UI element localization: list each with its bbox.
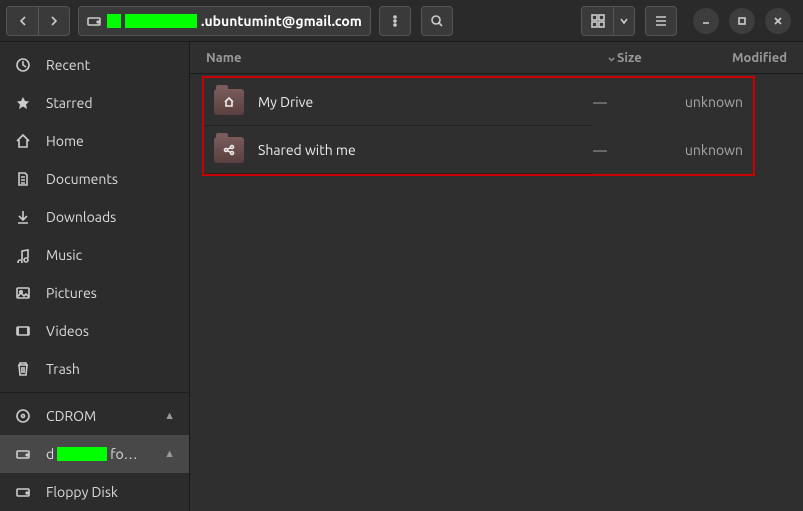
chevron-left-icon	[17, 15, 29, 27]
chevron-right-icon	[48, 15, 60, 27]
sidebar-item-starred[interactable]: Starred	[0, 84, 189, 122]
sidebar-item-home[interactable]: Home	[0, 122, 189, 160]
content: Name ⌄ Size Modified My Drive —	[190, 42, 803, 511]
drive-icon	[14, 484, 32, 500]
maximize-icon	[737, 16, 747, 26]
grid-icon	[591, 14, 605, 28]
file-list: My Drive — unknown Shared with me — unkn…	[190, 74, 803, 178]
highlight-annotation: My Drive — unknown Shared with me — unkn…	[202, 76, 755, 176]
sidebar-item-label: Documents	[46, 171, 118, 187]
minimize-icon	[701, 16, 711, 26]
window-controls	[693, 8, 791, 34]
column-header-size[interactable]: Size	[617, 51, 707, 65]
column-headers: Name ⌄ Size Modified	[190, 42, 803, 74]
sidebar-item-recent[interactable]: Recent	[0, 46, 189, 84]
close-button[interactable]	[765, 8, 791, 34]
star-icon	[14, 95, 32, 111]
sidebar-item-label: Downloads	[46, 209, 116, 225]
redacted-text	[107, 14, 121, 28]
icon-view-button[interactable]	[581, 6, 613, 36]
sidebar-item-label: CDROM	[46, 408, 96, 424]
drive-icon	[14, 446, 32, 462]
drive-icon	[87, 14, 101, 28]
sidebar-item-music[interactable]: Music	[0, 236, 189, 274]
search-icon	[430, 14, 444, 28]
sidebar-item-documents[interactable]: Documents	[0, 160, 189, 198]
trash-icon	[14, 361, 32, 377]
sidebar-item-cdrom[interactable]: CDROM ▲	[0, 397, 189, 435]
path-text: .ubuntumint@gmail.com	[107, 13, 362, 29]
redacted-text	[125, 14, 197, 28]
close-icon	[773, 16, 783, 26]
music-icon	[14, 247, 32, 263]
more-button[interactable]	[379, 6, 411, 36]
redacted-text	[57, 447, 107, 461]
sidebar-item-gdrive[interactable]: d fo… ▲	[0, 435, 189, 473]
titlebar: .ubuntumint@gmail.com	[0, 0, 803, 42]
clock-icon	[14, 57, 32, 73]
sidebar-item-trash[interactable]: Trash	[0, 350, 189, 388]
back-button[interactable]	[6, 6, 38, 36]
sidebar-item-pictures[interactable]: Pictures	[0, 274, 189, 312]
sidebar-item-label: Starred	[46, 95, 93, 111]
chevron-down-icon: ⌄	[606, 50, 617, 65]
downloads-icon	[14, 209, 32, 225]
search-button[interactable]	[421, 6, 453, 36]
sidebar-item-label: Floppy Disk	[46, 484, 118, 500]
sidebar-item-label: Trash	[46, 361, 80, 377]
sidebar-item-label: Pictures	[46, 285, 97, 301]
eject-button[interactable]: ▲	[164, 448, 175, 460]
nav-group	[6, 6, 70, 36]
file-modified: unknown	[683, 142, 753, 158]
sidebar-item-downloads[interactable]: Downloads	[0, 198, 189, 236]
folder-icon	[214, 137, 244, 163]
view-dropdown-button[interactable]	[613, 6, 635, 36]
forward-button[interactable]	[38, 6, 70, 36]
maximize-button[interactable]	[729, 8, 755, 34]
home-icon	[223, 96, 235, 108]
folder-icon	[214, 89, 244, 115]
file-row-shared[interactable]: Shared with me	[204, 126, 593, 174]
file-modified: unknown	[683, 94, 753, 110]
file-name: Shared with me	[258, 142, 583, 158]
disc-icon	[14, 408, 32, 424]
kebab-icon	[389, 15, 401, 27]
sidebar-item-label: Recent	[46, 57, 90, 73]
hamburger-icon	[654, 14, 668, 28]
sidebar-divider	[0, 392, 189, 393]
share-icon	[223, 144, 235, 156]
chevron-down-icon	[619, 16, 629, 26]
hamburger-button[interactable]	[645, 6, 677, 36]
path-suffix: .ubuntumint@gmail.com	[201, 13, 362, 29]
main: Recent Starred Home Documents Downloads …	[0, 42, 803, 511]
sidebar-item-floppy[interactable]: Floppy Disk	[0, 473, 189, 511]
view-switcher	[581, 6, 635, 36]
file-size: —	[593, 142, 683, 158]
sidebar-item-label: Videos	[46, 323, 89, 339]
column-header-modified[interactable]: Modified	[707, 51, 787, 65]
file-name: My Drive	[258, 94, 583, 110]
videos-icon	[14, 323, 32, 339]
eject-button[interactable]: ▲	[164, 410, 175, 422]
sidebar: Recent Starred Home Documents Downloads …	[0, 42, 190, 511]
file-row-my-drive[interactable]: My Drive	[204, 78, 593, 126]
document-icon	[14, 171, 32, 187]
path-bar[interactable]: .ubuntumint@gmail.com	[78, 6, 371, 36]
sidebar-item-videos[interactable]: Videos	[0, 312, 189, 350]
minimize-button[interactable]	[693, 8, 719, 34]
pictures-icon	[14, 285, 32, 301]
file-size: —	[593, 94, 683, 110]
sidebar-item-label: d fo…	[46, 446, 138, 462]
column-header-name[interactable]: Name ⌄	[206, 50, 617, 65]
sidebar-item-label: Home	[46, 133, 84, 149]
sidebar-item-label: Music	[46, 247, 82, 263]
home-icon	[14, 133, 32, 149]
